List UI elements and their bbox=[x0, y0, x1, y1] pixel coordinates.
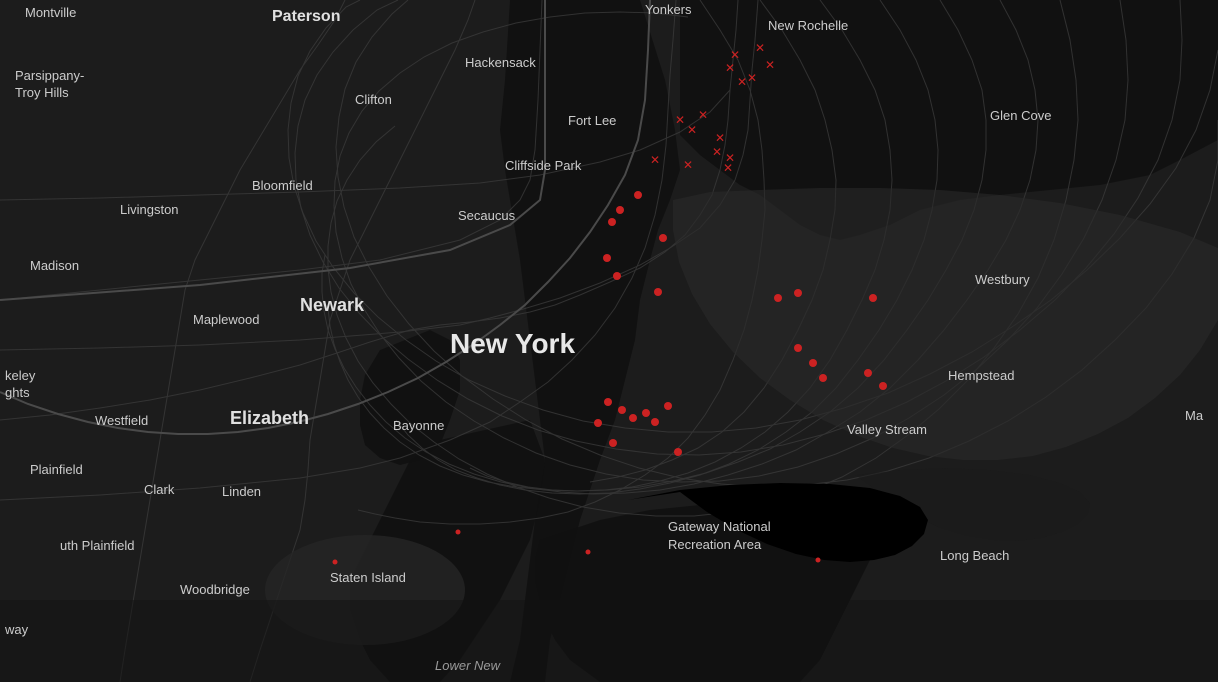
data-point-41 bbox=[586, 550, 591, 555]
data-point-40 bbox=[456, 530, 461, 535]
data-point-8: ✕ bbox=[687, 125, 697, 135]
data-point-22 bbox=[654, 288, 662, 296]
data-point-19 bbox=[659, 234, 667, 242]
data-point-4: ✕ bbox=[747, 73, 757, 83]
data-point-13: ✕ bbox=[723, 163, 733, 173]
data-point-28 bbox=[819, 374, 827, 382]
data-point-26 bbox=[794, 344, 802, 352]
data-point-17 bbox=[608, 218, 616, 226]
data-point-36 bbox=[664, 402, 672, 410]
data-point-3: ✕ bbox=[765, 60, 775, 70]
data-point-31 bbox=[604, 398, 612, 406]
data-point-20 bbox=[603, 254, 611, 262]
data-point-29 bbox=[864, 369, 872, 377]
data-point-30 bbox=[879, 382, 887, 390]
data-point-16 bbox=[616, 206, 624, 214]
data-point-25 bbox=[869, 294, 877, 302]
data-point-27 bbox=[809, 359, 817, 367]
data-point-9: ✕ bbox=[698, 110, 708, 120]
data-point-34 bbox=[642, 409, 650, 417]
data-point-23 bbox=[774, 294, 782, 302]
data-point-1: ✕ bbox=[730, 50, 740, 60]
data-point-39 bbox=[594, 419, 602, 427]
map-svg bbox=[0, 0, 1218, 682]
map-container[interactable]: Paterson Montville Parsippany-Troy Hills… bbox=[0, 0, 1218, 682]
data-point-5: ✕ bbox=[737, 77, 747, 87]
data-point-7: ✕ bbox=[675, 115, 685, 125]
data-point-38 bbox=[609, 439, 617, 447]
data-point-35 bbox=[651, 418, 659, 426]
data-point-6: ✕ bbox=[725, 63, 735, 73]
data-point-14: ✕ bbox=[683, 160, 693, 170]
data-point-15: ✕ bbox=[650, 155, 660, 165]
data-point-43 bbox=[816, 558, 821, 563]
data-point-21 bbox=[613, 272, 621, 280]
data-point-37 bbox=[674, 448, 682, 456]
data-point-10: ✕ bbox=[715, 133, 725, 143]
data-point-18 bbox=[634, 191, 642, 199]
data-point-2: ✕ bbox=[755, 43, 765, 53]
data-point-32 bbox=[618, 406, 626, 414]
data-point-42 bbox=[333, 560, 338, 565]
data-point-11: ✕ bbox=[712, 147, 722, 157]
data-point-33 bbox=[629, 414, 637, 422]
data-point-24 bbox=[794, 289, 802, 297]
